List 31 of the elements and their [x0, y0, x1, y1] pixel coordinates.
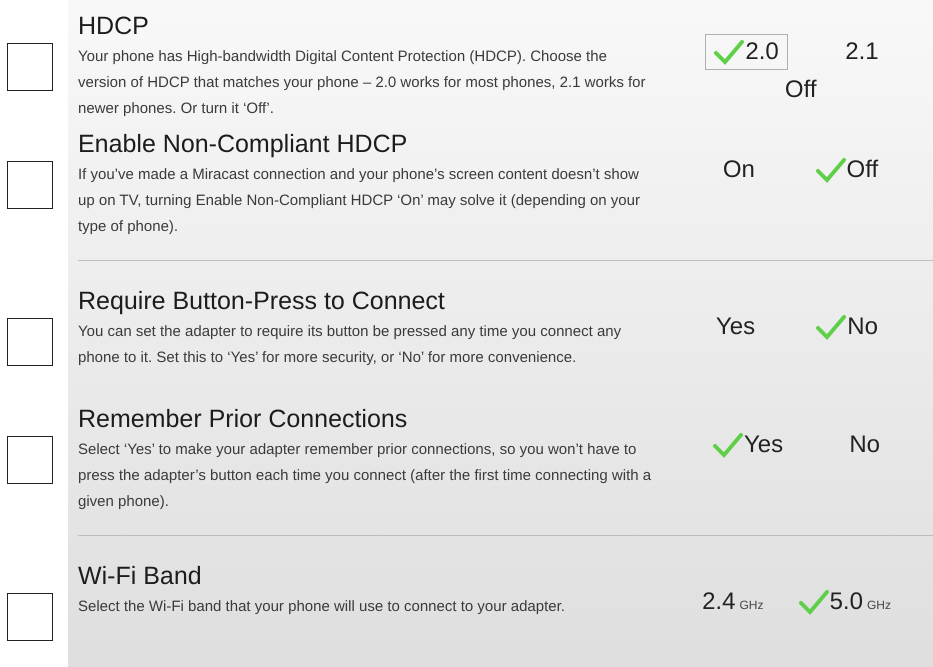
option-button[interactable]: 2.0	[705, 34, 788, 70]
check-icon	[816, 157, 846, 183]
option-button[interactable]: Yes	[704, 427, 792, 463]
setting-title: Remember Prior Connections	[78, 404, 408, 435]
empty-square	[7, 436, 53, 484]
check-icon	[816, 314, 846, 340]
option-button[interactable]: On	[706, 152, 764, 188]
setting-description: If you’ve made a Miracast connection and your phone’s screen content doesn’t show up on TV, turning Enable Non-Compliant HDCP ‘On’ may solve it (depending on your type of phone).	[78, 165, 641, 237]
setting-description: Your phone has High-bandwidth Digital Content Protection (HDCP). Choose the version of HDCP that matches your phone – 2.0 works for most phones, 2.1 works for newer phones. Or turn it ‘Off’.	[78, 47, 646, 119]
empty-square	[7, 43, 53, 91]
check-icon	[798, 589, 829, 615]
option-button[interactable]: 2.4 GHz	[693, 584, 772, 620]
option-button[interactable]: 2.1	[830, 34, 888, 70]
setting-title: HDCP	[78, 11, 150, 42]
check-icon	[714, 39, 744, 65]
option-button[interactable]: No	[831, 427, 890, 463]
empty-square	[7, 593, 53, 641]
setting-description: You can set the adapter to require its button be pressed any time you connect any phone to it. Set this to ‘Yes’ for more security, or ‘No’ for more convenience.	[78, 322, 622, 368]
option-button[interactable]: No	[807, 309, 887, 345]
empty-square	[7, 318, 53, 366]
option-button[interactable]: 5.0 GHz	[790, 584, 900, 620]
check-icon	[712, 432, 743, 458]
option-button[interactable]: Yes	[706, 309, 764, 345]
setting-title: Enable Non-Compliant HDCP	[78, 129, 408, 160]
setting-title: Require Button-Press to Connect	[78, 286, 446, 317]
option-button[interactable]: Off	[806, 152, 888, 188]
option-button[interactable]: Off	[768, 72, 826, 108]
setting-description: Select ‘Yes’ to make your adapter remember prior connections, so you won’t have to press the adapter’s button each time you connect (after the first time connecting with a given phone).	[78, 440, 652, 512]
setting-description: Select the Wi-Fi band that your phone will use to connect to your adapter.	[78, 597, 566, 617]
setting-title: Wi-Fi Band	[78, 561, 203, 592]
empty-square	[7, 161, 53, 209]
